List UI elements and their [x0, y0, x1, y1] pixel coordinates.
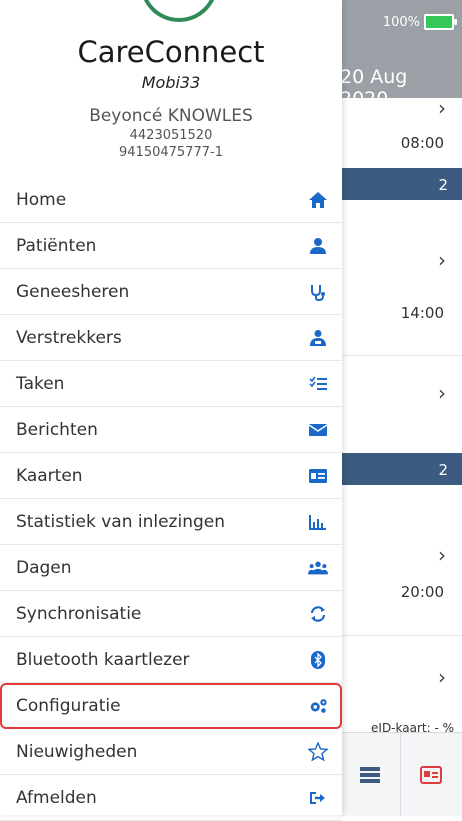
- menu-list: Home Patiënten Geneesheren Verstrekkers: [0, 177, 342, 821]
- separator-count: 2: [438, 461, 448, 479]
- menu-item-label: Configuratie: [16, 695, 121, 716]
- logout-icon: [308, 788, 328, 808]
- chevron-right-icon: ›: [438, 96, 446, 120]
- menu-item-label: Nieuwigheden: [16, 741, 138, 762]
- menu-item-label: Synchronisatie: [16, 603, 142, 624]
- people-icon: [308, 558, 328, 578]
- chevron-right-icon: ›: [438, 543, 446, 567]
- app-header: 100% 20 Aug 2020: [340, 0, 462, 110]
- brand-subtitle: Mobi33: [141, 73, 201, 92]
- envelope-icon: [308, 420, 328, 440]
- menu-item-sync[interactable]: Synchronisatie: [0, 591, 342, 637]
- user-secondary-id: 94150475777-1: [119, 145, 223, 160]
- menu-item-label: Berichten: [16, 419, 98, 440]
- navigation-drawer: CareConnect Mobi33 Beyoncé KNOWLES 44230…: [0, 0, 342, 821]
- list-item[interactable]: › 08:00: [340, 96, 462, 169]
- bluetooth-icon: [308, 650, 328, 670]
- user-id: 4423051520: [129, 128, 213, 143]
- menu-item-news[interactable]: Nieuwigheden: [0, 729, 342, 775]
- status-bar: 100%: [382, 14, 457, 30]
- menu-item-home[interactable]: Home: [0, 177, 342, 223]
- battery-icon: [424, 14, 457, 30]
- menu-item-cards[interactable]: Kaarten: [0, 453, 342, 499]
- menu-item-label: Geneesheren: [16, 281, 130, 302]
- menu-item-label: Patiënten: [16, 235, 97, 256]
- menu-item-patients[interactable]: Patiënten: [0, 223, 342, 269]
- list-view-button[interactable]: [340, 733, 400, 816]
- section-separator: 2: [340, 168, 462, 200]
- menu-item-label: Afmelden: [16, 787, 97, 808]
- menu-item-label: Statistiek van inlezingen: [16, 511, 225, 532]
- user-name: Beyoncé KNOWLES: [89, 106, 253, 126]
- tasks-icon: [308, 374, 328, 394]
- menu-item-messages[interactable]: Berichten: [0, 407, 342, 453]
- time-label: 08:00: [400, 134, 444, 152]
- chevron-right-icon: ›: [438, 381, 446, 405]
- chevron-right-icon: ›: [438, 248, 446, 272]
- gears-icon: [308, 696, 328, 716]
- menu-item-providers[interactable]: Verstrekkers: [0, 315, 342, 361]
- time-label: 20:00: [400, 583, 444, 601]
- star-icon: [308, 741, 328, 762]
- id-card-icon: [420, 765, 442, 784]
- menu-item-days[interactable]: Dagen: [0, 545, 342, 591]
- brand-title: CareConnect: [77, 35, 265, 69]
- list-item[interactable]: › 20:00: [340, 485, 462, 636]
- menu-item-label: Bluetooth kaartlezer: [16, 649, 190, 670]
- sync-icon: [308, 604, 328, 624]
- bottom-bar: [340, 732, 462, 816]
- card-icon: [308, 466, 328, 486]
- menu-item-tasks[interactable]: Taken: [0, 361, 342, 407]
- time-label: 14:00: [400, 304, 444, 322]
- card-view-button[interactable]: [400, 733, 461, 816]
- list-item[interactable]: ›: [340, 355, 462, 454]
- menu-item-label: Taken: [16, 373, 65, 394]
- chevron-right-icon: ›: [438, 665, 446, 689]
- stethoscope-icon: [308, 282, 328, 302]
- menu-item-label: Kaarten: [16, 465, 83, 486]
- menu-item-configuration[interactable]: Configuratie: [0, 683, 342, 729]
- menu-item-bluetooth[interactable]: Bluetooth kaartlezer: [0, 637, 342, 683]
- chart-icon: [308, 512, 328, 532]
- logo-icon: [140, 0, 218, 22]
- menu-item-label: Verstrekkers: [16, 327, 122, 348]
- menu-item-label: Dagen: [16, 557, 72, 578]
- section-separator: 2: [340, 453, 462, 485]
- person-icon: [308, 236, 328, 256]
- home-icon: [308, 190, 328, 210]
- list-icon: [360, 766, 380, 783]
- battery-percent: 100%: [382, 14, 420, 30]
- list-item[interactable]: › 14:00: [340, 200, 462, 356]
- menu-item-doctors[interactable]: Geneesheren: [0, 269, 342, 315]
- menu-item-logout[interactable]: Afmelden: [0, 775, 342, 821]
- menu-item-statistics[interactable]: Statistiek van inlezingen: [0, 499, 342, 545]
- separator-count: 2: [438, 176, 448, 194]
- provider-icon: [308, 328, 328, 348]
- menu-item-label: Home: [16, 189, 67, 210]
- list-item[interactable]: ›: [340, 635, 462, 733]
